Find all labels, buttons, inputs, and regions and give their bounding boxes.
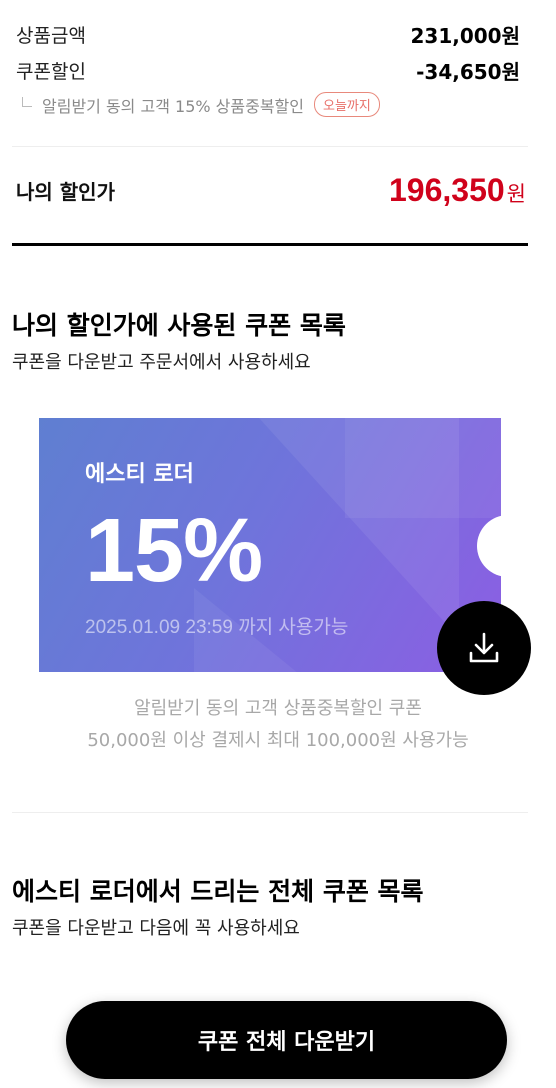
my-price-label: 나의 할인가 [16,180,115,204]
coupon-discount-value: -34,650원 [416,60,520,84]
coupon-decoration [345,418,501,518]
all-coupons-subtitle: 쿠폰을 다운받고 다음에 꼭 사용하세요 [12,918,300,939]
coupon-discount-row: 쿠폰할인 -34,650원 [16,56,520,85]
coupon-download-button[interactable] [437,601,531,695]
product-price-label: 상품금액 [16,25,86,47]
sub-discount-row: 알림받기 동의 고객 15% 상품중복할인 오늘까지 [22,92,380,117]
coupon-notch [477,515,539,577]
divider-thick [12,243,528,246]
used-coupons-subtitle: 쿠폰을 다운받고 주문서에서 사용하세요 [12,352,311,373]
my-price-amount: 196,350 [389,172,505,208]
coupon-brand: 에스티 로더 [85,462,194,487]
used-coupons-title: 나의 할인가에 사용된 쿠폰 목록 [12,311,346,340]
download-icon [469,632,499,663]
product-price-value: 231,000원 [410,24,521,48]
divider [12,812,528,813]
my-price-value: 196,350 원 [389,172,526,209]
indent-corner-icon [22,96,32,107]
coupon-percent: 15% [85,501,263,601]
my-price-unit: 원 [506,182,526,206]
coupon-card: 에스티 로더 15% 2025.01.09 23:59 까지 사용가능 [39,418,501,672]
my-price-row: 나의 할인가 196,350 원 [16,172,526,209]
download-all-coupons-button[interactable]: 쿠폰 전체 다운받기 [66,1001,507,1079]
all-coupons-title: 에스티 로더에서 드리는 전체 쿠폰 목록 [12,877,424,906]
product-price-row: 상품금액 231,000원 [16,20,520,49]
coupon-discount-label: 쿠폰할인 [16,61,86,83]
download-all-coupons-label: 쿠폰 전체 다운받기 [197,1030,376,1055]
coupon-valid-until: 2025.01.09 23:59 까지 사용가능 [85,617,349,638]
coupon-desc-line2: 50,000원 이상 결제시 최대 100,000원 사용가능 [87,730,469,751]
today-only-badge: 오늘까지 [314,92,380,117]
coupon-desc-line1: 알림받기 동의 고객 상품중복할인 쿠폰 [134,698,422,719]
sub-discount-text: 알림받기 동의 고객 15% 상품중복할인 [42,96,304,116]
divider [12,146,528,147]
